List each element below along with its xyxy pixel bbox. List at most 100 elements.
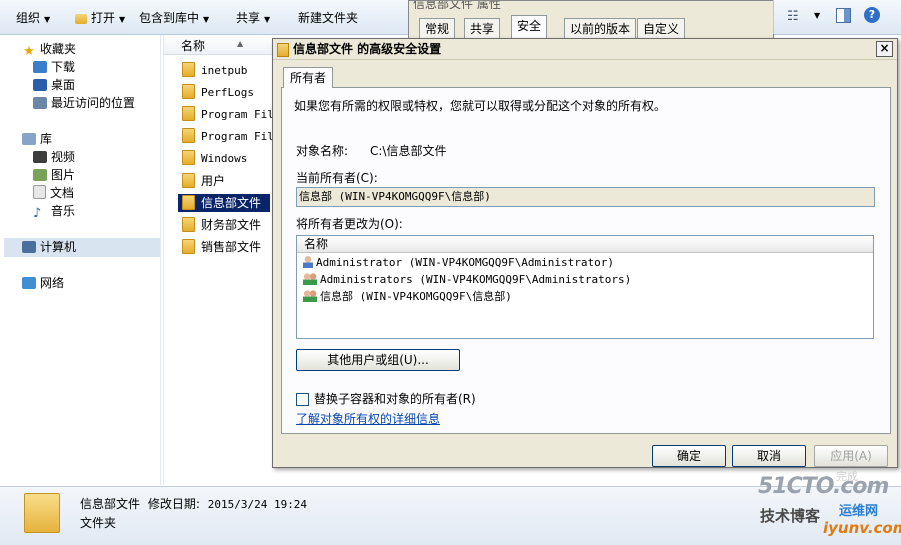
cancel-button[interactable]: 取消 (732, 445, 806, 467)
dialog-title: 信息部文件 的高级安全设置 (293, 42, 442, 56)
chevron-down-icon[interactable]: ▼ (814, 11, 820, 20)
navigation-pane: ★ 收藏夹 下载 桌面 最近访问的位置 库 视频 图片 文档 ♪ 音乐 计算机 网络 (0, 35, 161, 485)
nav-documents[interactable]: 文档 (33, 185, 74, 202)
details-type: 文件夹 (80, 516, 117, 530)
user-icon (303, 256, 313, 268)
folder-icon (182, 128, 195, 143)
open-button[interactable]: 打开 ▼ (75, 9, 125, 26)
list-item[interactable]: Program File (182, 128, 280, 146)
folder-icon (182, 62, 195, 77)
details-modified-label: 修改日期: (147, 497, 200, 511)
folder-icon (182, 217, 195, 232)
folder-icon (182, 150, 195, 165)
owner-row-administrator[interactable]: Administrator (WIN-VP4KOMGQQ9F\Administr… (303, 254, 614, 271)
intro-text: 如果您有所需的权限或特权，您就可以取得或分配这个对象的所有权。 (294, 99, 667, 113)
tab-general[interactable]: 常规 (419, 18, 456, 39)
sort-up-icon: ▲ (237, 39, 244, 48)
nav-videos[interactable]: 视频 (33, 149, 75, 166)
details-modified-value: 2015/3/24 19:24 (207, 498, 308, 511)
nav-recent-places[interactable]: 最近访问的位置 (33, 95, 135, 112)
group-icon (303, 273, 317, 285)
picture-icon (33, 169, 47, 181)
view-toolbar: ☷ ▼ ? (773, 0, 901, 34)
tab-owner[interactable]: 所有者 (283, 67, 334, 88)
advanced-security-dialog: 信息部文件 的高级安全设置 × 所有者 如果您有所需的权限或特权，您就可以取得或… (272, 38, 898, 468)
star-icon: ★ (23, 44, 35, 59)
details-name: 信息部文件 (80, 497, 141, 511)
recent-places-icon (33, 97, 47, 109)
watermark-url: iyunv.com (823, 519, 901, 537)
help-icon[interactable]: ? (864, 7, 880, 23)
list-item[interactable]: inetpub (182, 62, 247, 80)
organize-button[interactable]: 组织 ▼ (16, 9, 50, 26)
list-item[interactable]: 销售部文件 (182, 238, 261, 256)
other-users-button[interactable]: 其他用户或组(U)... (296, 349, 460, 371)
replace-owner-label: 替换子容器和对象的所有者(R) (314, 392, 476, 406)
change-owner-label: 将所有者更改为(O): (296, 217, 403, 231)
new-folder-button[interactable]: 新建文件夹 (298, 9, 358, 26)
tab-customize[interactable]: 自定义 (637, 18, 686, 39)
network-icon (22, 277, 36, 289)
folder-icon (182, 106, 195, 121)
owner-list[interactable]: 名称 Administrator (WIN-VP4KOMGQQ9F\Admini… (296, 235, 874, 339)
owner-tab-panel: 如果您有所需的权限或特权，您就可以取得或分配这个对象的所有权。 对象名称: C:… (281, 87, 891, 434)
apply-button[interactable]: 应用(A) (814, 445, 888, 467)
list-item[interactable]: Windows (182, 150, 247, 168)
list-item[interactable]: 用户 (182, 172, 225, 190)
document-icon (33, 185, 46, 199)
dialog-titlebar: 信息部文件 的高级安全设置 × (273, 39, 897, 60)
folder-icon (182, 195, 195, 210)
library-icon (22, 133, 36, 145)
tab-security[interactable]: 安全 (511, 15, 548, 39)
nav-favorites[interactable]: ★ 收藏夹 (22, 41, 76, 58)
download-icon (33, 61, 47, 73)
view-options-icon[interactable]: ☷ (787, 9, 799, 24)
ok-button[interactable]: 确定 (652, 445, 726, 467)
owner-row-info-dept[interactable]: 信息部 (WIN-VP4KOMGQQ9F\信息部) (303, 288, 512, 305)
list-item[interactable]: PerfLogs (182, 84, 254, 102)
replace-owner-checkbox[interactable] (296, 393, 309, 406)
include-library-button[interactable]: 包含到库中 ▼ (139, 9, 209, 26)
watermark-line3: 运维网 (839, 504, 879, 519)
owner-row-administrators[interactable]: Administrators (WIN-VP4KOMGQQ9F\Administ… (303, 271, 631, 288)
learn-more-link[interactable]: 了解对象所有权的详细信息 (296, 410, 440, 427)
folder-icon (182, 239, 195, 254)
nav-computer[interactable]: 计算机 (22, 239, 76, 256)
column-header-name[interactable]: 名称 ▲ (164, 35, 274, 55)
share-button[interactable]: 共享 ▼ (236, 9, 270, 26)
details-name-line: 信息部文件 修改日期: 2015/3/24 19:24 (80, 495, 307, 512)
nav-music[interactable]: ♪ 音乐 (33, 203, 75, 220)
folder-icon (277, 43, 289, 57)
watermark-site: 51CTO.com (758, 474, 889, 499)
watermark-line2: 技术博客 (760, 507, 821, 525)
current-owner-field: 信息部 (WIN-VP4KOMGQQ9F\信息部) (296, 187, 875, 207)
list-item[interactable]: Program File (182, 106, 280, 124)
music-icon: ♪ (33, 206, 42, 221)
group-icon (303, 290, 317, 302)
owner-list-header[interactable]: 名称 (297, 236, 873, 253)
close-button[interactable]: × (876, 41, 893, 57)
tab-sharing[interactable]: 共享 (464, 18, 501, 39)
desktop-icon (33, 79, 47, 91)
properties-window: 信息部文件 属性 常规 共享 安全 以前的版本 自定义 (408, 0, 774, 40)
object-name-value: C:\信息部文件 (370, 144, 447, 158)
object-name-label: 对象名称: (296, 144, 349, 158)
nav-pictures[interactable]: 图片 (33, 167, 75, 184)
folder-icon (75, 14, 87, 24)
current-owner-label: 当前所有者(C): (296, 171, 378, 185)
list-item[interactable]: 财务部文件 (182, 216, 261, 234)
nav-desktop[interactable]: 桌面 (33, 77, 75, 94)
properties-title: 信息部文件 属性 (413, 1, 501, 9)
file-list: 名称 ▲ inetpub PerfLogs Program File Progra… (163, 35, 280, 485)
preview-pane-icon[interactable] (836, 8, 851, 23)
nav-libraries[interactable]: 库 (22, 131, 52, 148)
nav-downloads[interactable]: 下载 (33, 59, 75, 76)
video-icon (33, 151, 47, 163)
list-item-selected[interactable]: 信息部文件 (178, 194, 270, 212)
computer-icon (22, 241, 36, 253)
nav-network[interactable]: 网络 (22, 275, 64, 292)
folder-icon (182, 173, 195, 188)
folder-icon (182, 84, 195, 99)
tab-previous-versions[interactable]: 以前的版本 (564, 18, 637, 39)
large-folder-icon (24, 493, 60, 533)
